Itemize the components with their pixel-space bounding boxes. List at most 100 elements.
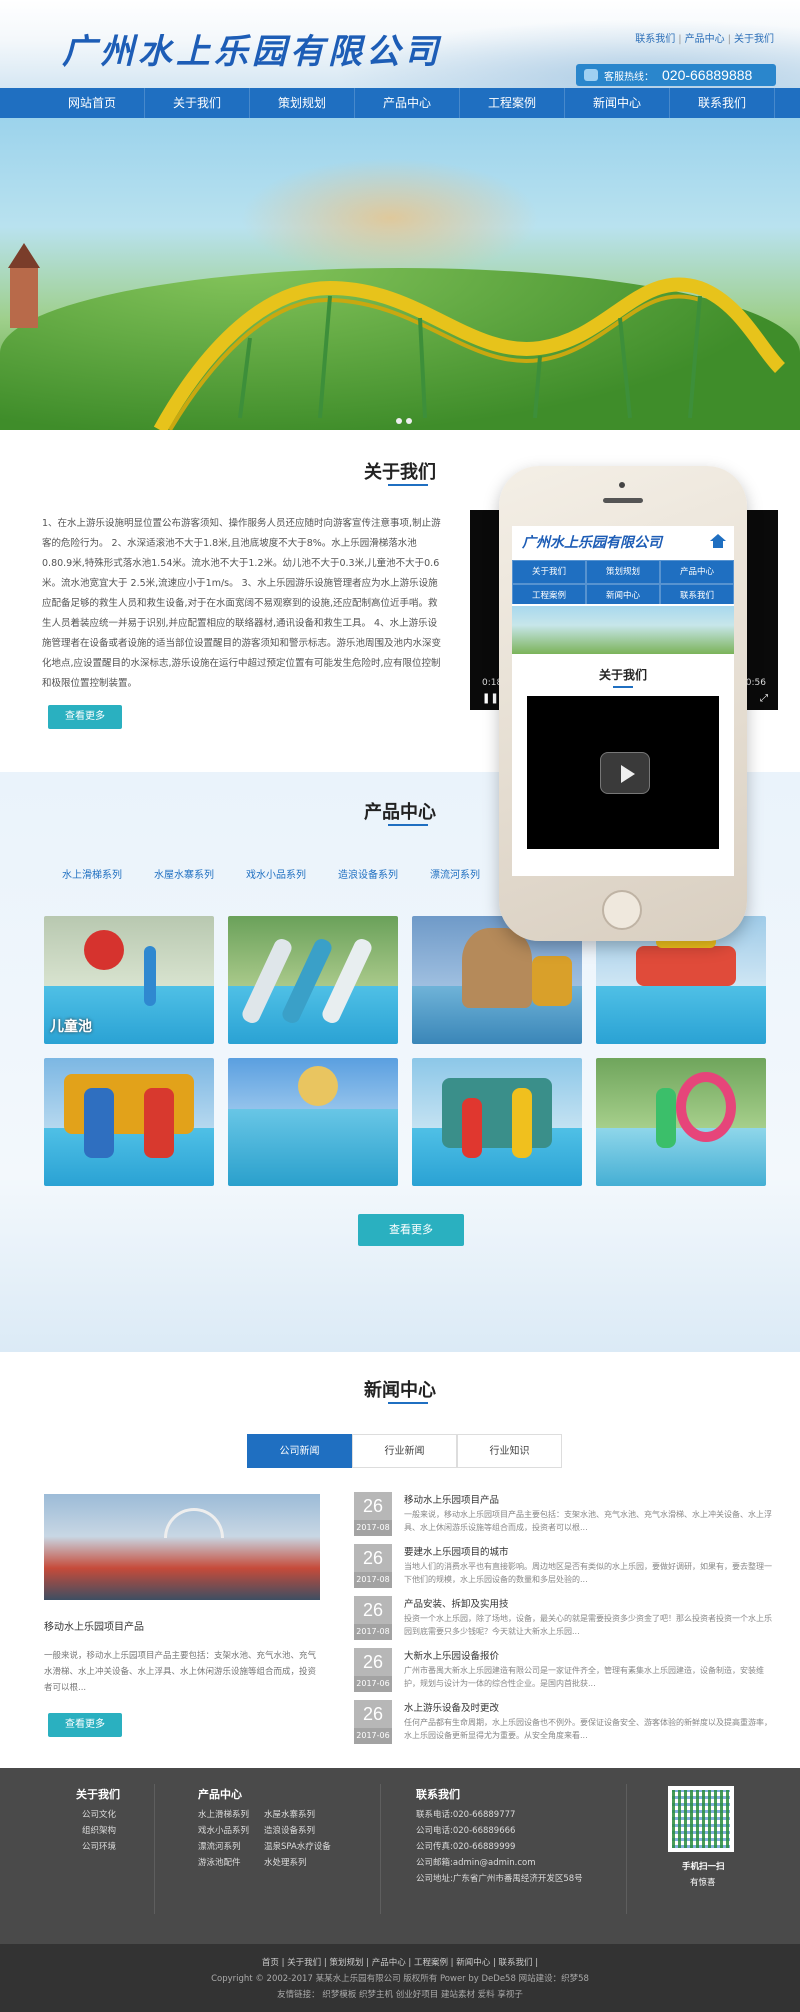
banner-dot-2[interactable]	[406, 418, 412, 424]
footer-link[interactable]: 漂流河系列	[198, 1840, 241, 1852]
news-more-button[interactable]: 查看更多	[48, 1713, 122, 1737]
nav-item-home[interactable]: 网站首页	[40, 88, 145, 118]
site-logo[interactable]: 广州水上乐园有限公司	[62, 24, 442, 73]
product-thumb[interactable]	[228, 916, 398, 1044]
footer-link[interactable]: 组织架构	[82, 1824, 116, 1836]
mobile-nav-contact[interactable]: 联系我们	[660, 584, 734, 608]
top-links: 联系我们 | 产品中心 | 关于我们	[635, 34, 774, 45]
product-thumb[interactable]	[228, 1058, 398, 1186]
hotline-label: 客服热线：	[604, 71, 654, 83]
news-feature-desc: 一般来说，移动水上乐园项目产品主要包括：支架水池、充气水池、充气水滑梯、水上冲关…	[44, 1651, 317, 1693]
phone-home-button	[602, 890, 642, 930]
footer-link[interactable]: 水处理系列	[264, 1856, 307, 1868]
footer-link[interactable]: 游泳池配件	[198, 1856, 241, 1868]
toplink-about[interactable]: 关于我们	[734, 34, 774, 45]
footer-divider	[154, 1784, 155, 1914]
mobile-nav-about[interactable]: 关于我们	[512, 560, 586, 584]
video-pause-icon[interactable]: ❚❚	[482, 693, 499, 704]
footer-link[interactable]: 公司文化	[82, 1808, 116, 1820]
mobile-nav-planning[interactable]: 策划规划	[586, 560, 660, 584]
news-item-desc: 广州市番禺大新水上乐园建造有限公司是一家证件齐全，管理有素集水上乐园建造，设备制…	[404, 1666, 764, 1688]
toplink-contact[interactable]: 联系我们	[635, 34, 675, 45]
news-item-title[interactable]: 水上游乐设备及时更改	[404, 1700, 499, 1714]
footer-contact-title: 联系我们	[416, 1788, 460, 1801]
news-date: 26 2017-06	[354, 1700, 392, 1744]
footer-about-title: 关于我们	[76, 1788, 120, 1801]
mobile-title-underline	[613, 686, 633, 688]
news-tabs: 公司新闻 行业新闻 行业知识	[247, 1434, 562, 1468]
nav-item-news[interactable]: 新闻中心	[565, 88, 670, 118]
news-item-desc: 任何产品都有生命周期，水上乐园设备也不例外。要保证设备安全、游客体验的新鲜度以及…	[404, 1718, 772, 1740]
mobile-nav-news[interactable]: 新闻中心	[586, 584, 660, 608]
mobile-banner	[512, 606, 734, 654]
product-cat-lazy-river[interactable]: 漂流河系列	[430, 866, 480, 881]
tab-industry-news[interactable]: 行业新闻	[352, 1434, 457, 1468]
bottom-nav-links[interactable]: 首页 | 关于我们 | 策划规划 | 产品中心 | 工程案例 | 新闻中心 | …	[0, 1956, 800, 1968]
site-header: 广州水上乐园有限公司 联系我们 | 产品中心 | 关于我们 客服热线： 020-6688…	[0, 0, 800, 88]
toplink-products[interactable]: 产品中心	[685, 34, 725, 45]
products-underline	[388, 824, 428, 826]
phone-speaker	[603, 498, 643, 503]
product-cat-water-toys[interactable]: 戏水小品系列	[246, 866, 306, 881]
footer-link[interactable]: 水屋水寨系列	[264, 1808, 315, 1820]
video-time-total: 0:56	[745, 678, 766, 688]
nav-item-about[interactable]: 关于我们	[145, 88, 250, 118]
home-icon[interactable]	[710, 534, 726, 548]
products-more-button[interactable]: 查看更多	[358, 1214, 464, 1246]
news-item-title[interactable]: 大新水上乐园设备报价	[404, 1648, 499, 1662]
footer-contact-line: 公司邮箱:admin@admin.com	[416, 1858, 536, 1868]
site-footer: 关于我们 公司文化 组织架构 公司环境 产品中心 水上滑梯系列 戏水小品系列 漂…	[0, 1768, 800, 1944]
friend-links[interactable]: 友情链接： 织梦模板 织梦主机 创业好项目 建站素材 爱料 享视子	[0, 1988, 800, 2000]
footer-link[interactable]: 温泉SPA水疗设备	[264, 1840, 331, 1852]
footer-contact-line: 公司传真:020-66889999	[416, 1842, 516, 1852]
about-more-button[interactable]: 查看更多	[48, 705, 122, 729]
news-item-desc: 投资一个水上乐园，除了场地，设备，最关心的就是需要投资多少资金了吧！那么投资者投…	[404, 1614, 772, 1636]
mobile-logo[interactable]: 广州水上乐园有限公司	[522, 532, 662, 552]
main-nav: 网站首页 关于我们 策划规划 产品中心 工程案例 新闻中心 联系我们	[0, 88, 800, 118]
product-cat-slides[interactable]: 水上滑梯系列	[62, 866, 122, 881]
news-item-title[interactable]: 移动水上乐园项目产品	[404, 1492, 499, 1506]
nav-item-contact[interactable]: 联系我们	[670, 88, 775, 118]
fullscreen-icon[interactable]: ⤢	[760, 693, 768, 704]
nav-item-planning[interactable]: 策划规划	[250, 88, 355, 118]
tab-company-news[interactable]: 公司新闻	[247, 1434, 352, 1468]
banner-pager	[396, 418, 412, 424]
phone-mockup: 广州水上乐园有限公司 关于我们 策划规划 产品中心 工程案例 新闻中心 联系我们…	[499, 466, 747, 941]
news-underline	[388, 1402, 428, 1404]
mobile-video-player[interactable]	[527, 696, 719, 849]
news-list-item[interactable]: 26 2017-08 产品安装、拆卸及实用技 投资一个水上乐园，除了场地，设备，最…	[354, 1596, 774, 1640]
mobile-nav-cases[interactable]: 工程案例	[512, 584, 586, 608]
product-cat-water-houses[interactable]: 水屋水寨系列	[154, 866, 214, 881]
footer-divider	[626, 1784, 627, 1914]
product-thumb[interactable]: 儿童池	[44, 916, 214, 1044]
news-date: 26 2017-06	[354, 1648, 392, 1692]
footer-link[interactable]: 水上滑梯系列	[198, 1808, 249, 1820]
product-thumb[interactable]	[412, 1058, 582, 1186]
news-title: 新闻中心	[364, 1380, 436, 1401]
news-item-title[interactable]: 要建水上乐园项目的城市	[404, 1544, 509, 1558]
mobile-section-title: 关于我们	[598, 668, 647, 682]
footer-link[interactable]: 公司环境	[82, 1840, 116, 1852]
footer-link[interactable]: 戏水小品系列	[198, 1824, 249, 1836]
banner-dot-1[interactable]	[396, 418, 402, 424]
news-feature-title[interactable]: 移动水上乐园项目产品	[44, 1618, 144, 1633]
nav-item-products[interactable]: 产品中心	[355, 88, 460, 118]
play-icon[interactable]	[600, 752, 650, 794]
mobile-nav-products[interactable]: 产品中心	[660, 560, 734, 584]
mobile-nav: 关于我们 策划规划 产品中心 工程案例 新闻中心 联系我们	[512, 560, 734, 608]
footer-link[interactable]: 造浪设备系列	[264, 1824, 315, 1836]
product-thumb[interactable]	[44, 1058, 214, 1186]
product-cat-wave-machines[interactable]: 造浪设备系列	[338, 866, 398, 881]
product-thumb[interactable]	[596, 1058, 766, 1186]
copyright: Copyright © 2002-2017 某某水上乐园有限公司 版权所有 Po…	[211, 1974, 589, 1984]
nav-item-cases[interactable]: 工程案例	[460, 88, 565, 118]
news-feature-image[interactable]	[44, 1494, 320, 1600]
headset-icon	[584, 69, 598, 81]
news-list-item[interactable]: 26 2017-06 水上游乐设备及时更改 任何产品都有生命周期，水上乐园设备也不…	[354, 1700, 774, 1744]
about-underline	[388, 484, 428, 486]
news-list-item[interactable]: 26 2017-08 移动水上乐园项目产品 一般来说，移动水上乐园项目产品主要包括…	[354, 1492, 774, 1536]
tab-industry-knowledge[interactable]: 行业知识	[457, 1434, 562, 1468]
news-list-item[interactable]: 26 2017-06 大新水上乐园设备报价 广州市番禺大新水上乐园建造有限公司是一…	[354, 1648, 774, 1692]
news-list-item[interactable]: 26 2017-08 要建水上乐园项目的城市 当地人们的消费水平也有直接影响。周边…	[354, 1544, 774, 1588]
news-item-title[interactable]: 产品安装、拆卸及实用技	[404, 1596, 509, 1610]
